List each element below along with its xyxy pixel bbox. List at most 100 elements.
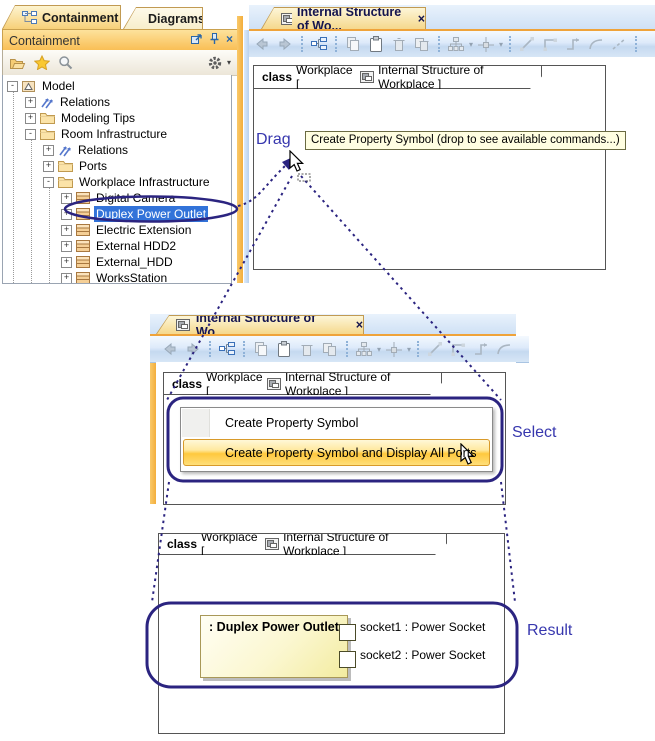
- search-icon[interactable]: [58, 55, 73, 70]
- frame-diagram-name: Internal Structure of Workplace ]: [378, 63, 484, 91]
- part-duplex-power-outlet[interactable]: : Duplex Power Outlet: [200, 615, 348, 678]
- relations-icon: [59, 145, 71, 156]
- tree-item-label: Relations: [78, 143, 129, 157]
- back-button[interactable]: [252, 34, 272, 54]
- gear-dropdown-icon[interactable]: ▾: [227, 58, 231, 67]
- rectilinear-path-button[interactable]: [540, 34, 560, 54]
- expander-icon[interactable]: +: [61, 256, 72, 268]
- class-icon: [76, 272, 90, 283]
- pin-icon[interactable]: [209, 32, 220, 45]
- frame-diagram-name: Internal Structure of Workplace ]: [283, 530, 389, 558]
- curve-path-button[interactable]: [494, 339, 514, 359]
- expander-icon[interactable]: +: [61, 240, 72, 252]
- dropdown-icon[interactable]: ▾: [499, 40, 503, 49]
- tree-item[interactable]: + Digital Camera: [3, 190, 177, 206]
- tree-item[interactable]: + WorksStation: [3, 270, 169, 283]
- tree-item-label: External_HDD: [96, 255, 173, 269]
- port-label-socket1: socket1 : Power Socket: [360, 620, 486, 634]
- delete-button[interactable]: [297, 339, 317, 359]
- frame-keyword: class: [262, 70, 293, 84]
- menu-item-create-property-symbol-display-all-ports[interactable]: Create Property Symbol and Display All P…: [181, 438, 492, 468]
- panel-toolbar: ▾: [2, 50, 238, 76]
- expander-icon[interactable]: +: [25, 96, 36, 108]
- tree-item-label: Duplex Power Outlet: [94, 206, 209, 222]
- dropdown-icon[interactable]: ▾: [469, 40, 473, 49]
- dropdown-icon[interactable]: ▾: [377, 345, 381, 354]
- forward-button[interactable]: [183, 339, 203, 359]
- tree-item[interactable]: + Relations: [3, 94, 112, 110]
- delete-from-model-button[interactable]: [412, 34, 432, 54]
- screenshot-canvas: Containment Diagrams Containment × ▾ - M…: [0, 0, 655, 741]
- port-socket1[interactable]: [339, 624, 356, 641]
- containment-tree: - Model + Relations + Modeling Tips - Room Infr…: [2, 75, 232, 284]
- dropdown-icon[interactable]: ▾: [407, 345, 411, 354]
- expander-icon[interactable]: +: [61, 224, 72, 236]
- port-socket2[interactable]: [339, 651, 356, 668]
- open-folder-icon[interactable]: [9, 56, 26, 70]
- select-in-containment-button[interactable]: [309, 34, 329, 54]
- copy-button[interactable]: [343, 34, 363, 54]
- float-window-icon[interactable]: [190, 32, 203, 45]
- expander-icon[interactable]: -: [43, 176, 54, 188]
- expander-icon[interactable]: -: [25, 128, 36, 140]
- expander-icon[interactable]: -: [7, 80, 18, 92]
- expander-icon[interactable]: +: [61, 192, 72, 204]
- expander-icon[interactable]: +: [43, 160, 54, 172]
- copy-button[interactable]: [251, 339, 271, 359]
- quick-layout-button[interactable]: [384, 339, 404, 359]
- expander-icon[interactable]: +: [25, 112, 36, 124]
- frame-keyword: class: [172, 376, 203, 391]
- forward-button[interactable]: [275, 34, 295, 54]
- tree-item[interactable]: + Electric Extension: [3, 222, 193, 238]
- window-edge-strip: [237, 16, 243, 283]
- favorites-star-icon[interactable]: [34, 55, 50, 70]
- tree-item-label: Relations: [60, 95, 111, 109]
- select-in-containment-button[interactable]: [217, 339, 237, 359]
- frame-owner: Workplace [: [206, 369, 263, 398]
- tab-internal-structure[interactable]: Internal Structure of Wo... ×: [261, 7, 426, 29]
- toolbar-separator: [301, 36, 303, 52]
- tree-item[interactable]: + External_HDD: [3, 254, 175, 270]
- tree-item[interactable]: + Modeling Tips: [3, 110, 137, 126]
- expander-icon[interactable]: +: [61, 272, 72, 283]
- tree-item[interactable]: + External HDD2: [3, 238, 178, 254]
- rectilinear-path-button[interactable]: [448, 339, 468, 359]
- tab-internal-structure[interactable]: Internal Structure of Wo... ×: [156, 315, 364, 334]
- tab-diagrams[interactable]: Diagrams: [123, 7, 203, 29]
- tree-item[interactable]: + Duplex Power Outlet: [3, 206, 209, 222]
- tree-item[interactable]: - Workplace Infrastructure: [3, 174, 212, 190]
- bezier-path-button[interactable]: [563, 34, 583, 54]
- back-button[interactable]: [160, 339, 180, 359]
- oblique-path-button[interactable]: [425, 339, 445, 359]
- gear-icon[interactable]: [207, 55, 223, 71]
- paste-button[interactable]: [274, 339, 294, 359]
- class-frame-header: class Workplace [ Internal Structure of …: [159, 534, 447, 555]
- tab-containment-label: Containment: [42, 10, 119, 25]
- model-icon: [22, 80, 35, 92]
- oblique-path-button[interactable]: [517, 34, 537, 54]
- expander-icon[interactable]: +: [43, 144, 54, 156]
- tree-item[interactable]: - Room Infrastructure: [3, 126, 169, 142]
- tree-item[interactable]: - Model: [3, 78, 77, 94]
- layout-tree-button[interactable]: [446, 34, 466, 54]
- delete-button[interactable]: [389, 34, 409, 54]
- folder-icon: [58, 161, 73, 172]
- dashed-path-button[interactable]: [609, 34, 629, 54]
- layout-tree-button[interactable]: [354, 339, 374, 359]
- quick-layout-button[interactable]: [476, 34, 496, 54]
- tree-item[interactable]: + Relations: [3, 142, 130, 158]
- menu-item-create-property-symbol[interactable]: Create Property Symbol: [181, 408, 492, 438]
- delete-from-model-button[interactable]: [320, 339, 340, 359]
- bezier-path-button[interactable]: [471, 339, 491, 359]
- toolbar-separator: [417, 341, 420, 357]
- expander-icon[interactable]: +: [61, 208, 72, 220]
- tree-item-label: External HDD2: [96, 239, 177, 253]
- tree-item[interactable]: + Ports: [3, 158, 109, 174]
- close-icon[interactable]: ×: [226, 33, 233, 45]
- curve-path-button[interactable]: [586, 34, 606, 54]
- close-icon[interactable]: ×: [356, 318, 363, 332]
- paste-button[interactable]: [366, 34, 386, 54]
- close-icon[interactable]: ×: [418, 12, 425, 26]
- tab-containment[interactable]: Containment: [2, 5, 121, 29]
- tree-item-label: Electric Extension: [96, 223, 192, 237]
